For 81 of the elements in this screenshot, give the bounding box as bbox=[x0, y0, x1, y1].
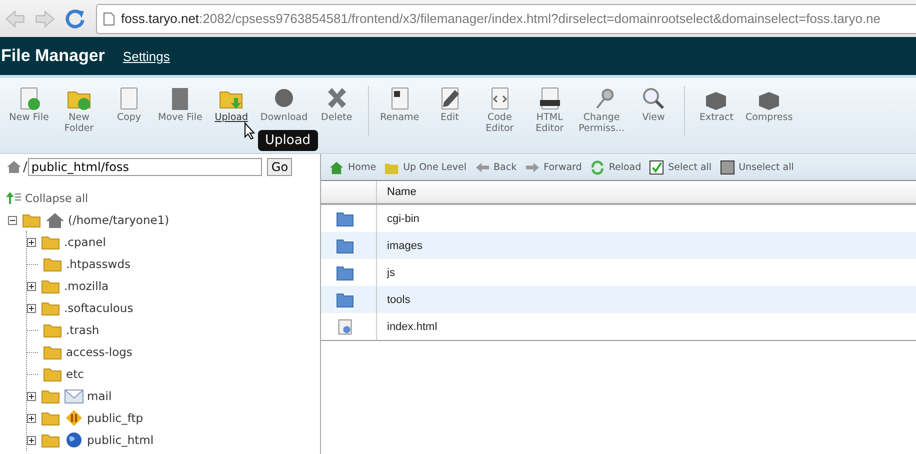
folder-icon bbox=[41, 278, 61, 294]
app-title: File Manager bbox=[0, 46, 105, 66]
address-bar[interactable]: foss.taryo.net:2082/cpsess9763854581/frontend/x3/filemanager/index.html?dirselect=domainrootselect&domainselect=foss.taryo.ne bbox=[96, 4, 916, 34]
collapse-toggle[interactable] bbox=[8, 216, 17, 224]
toolbar-button[interactable]: Compress bbox=[741, 86, 797, 123]
file-name[interactable]: cgi-bin bbox=[377, 205, 916, 232]
tree-item[interactable]: .softaculous bbox=[64, 301, 134, 315]
toolbar-button[interactable]: Delete bbox=[312, 86, 362, 123]
tree-item[interactable]: .trash bbox=[66, 323, 100, 337]
nav-button[interactable]: Reload bbox=[590, 160, 642, 174]
url-text: foss.taryo.net:2082/cpsess9763854581/frontend/x3/filemanager/index.html?dirselect=domainrootselect&domainselect=foss.taryo.ne bbox=[121, 11, 881, 26]
tooltip: Upload bbox=[258, 130, 318, 151]
checkbox-empty-icon bbox=[720, 160, 735, 174]
expand-toggle[interactable] bbox=[27, 414, 36, 422]
expand-toggle[interactable] bbox=[27, 392, 36, 400]
home-icon bbox=[6, 159, 22, 175]
nav-button[interactable]: Unselect all bbox=[720, 160, 794, 174]
folder-icon bbox=[336, 264, 354, 280]
mouse-cursor-icon bbox=[244, 122, 256, 140]
toolbar-button[interactable]: HTML Editor bbox=[524, 86, 575, 134]
toolbar-button[interactable]: New Folder bbox=[54, 86, 104, 134]
page-icon bbox=[103, 12, 115, 26]
file-name[interactable]: index.html bbox=[377, 313, 916, 340]
toolbar-button[interactable]: View bbox=[628, 86, 678, 123]
expand-toggle[interactable] bbox=[27, 282, 36, 290]
tree-item[interactable]: (/home/taryone1) bbox=[68, 213, 170, 227]
folder-icon bbox=[41, 432, 61, 448]
tree-item[interactable]: .htpasswds bbox=[66, 257, 130, 271]
settings-link[interactable]: Settings bbox=[122, 48, 170, 64]
toolbar-button[interactable]: Download bbox=[256, 86, 312, 123]
house-icon bbox=[329, 160, 344, 174]
go-button[interactable]: Go bbox=[267, 158, 292, 176]
tree-item[interactable]: .cpanel bbox=[64, 235, 106, 249]
folder-icon bbox=[43, 322, 63, 338]
toolbar-button[interactable]: Change Permiss... bbox=[574, 86, 628, 134]
collapse-all-button[interactable]: Collapse all bbox=[6, 190, 88, 206]
folder-icon bbox=[43, 366, 63, 382]
tree-item[interactable]: public_ftp bbox=[87, 411, 144, 425]
toolbar-button[interactable]: Rename bbox=[374, 86, 425, 123]
globe-icon bbox=[64, 432, 84, 448]
arrows-sign-icon bbox=[64, 410, 84, 426]
file-name[interactable]: js bbox=[377, 259, 916, 286]
house-icon bbox=[45, 212, 65, 228]
nav-button[interactable]: Forward bbox=[524, 160, 582, 174]
toolbar-button[interactable]: New File bbox=[4, 86, 54, 123]
toolbar-button[interactable]: Code Editor bbox=[474, 86, 525, 134]
tree-item[interactable]: .mozilla bbox=[64, 279, 109, 293]
nav-button[interactable]: Select all bbox=[649, 160, 712, 174]
collapse-icon bbox=[6, 190, 22, 206]
expand-toggle[interactable] bbox=[27, 436, 36, 444]
toolbar-button[interactable]: Move File bbox=[154, 86, 206, 123]
envelope-icon bbox=[64, 388, 84, 404]
folder-icon bbox=[336, 210, 354, 226]
folder-icon bbox=[43, 344, 63, 360]
nav-button[interactable]: Home bbox=[329, 160, 376, 174]
expand-toggle[interactable] bbox=[27, 304, 36, 312]
view-icon bbox=[640, 86, 666, 112]
web-page-icon bbox=[336, 318, 354, 334]
reload-icon bbox=[590, 160, 605, 174]
tree-item[interactable]: access-logs bbox=[66, 345, 132, 359]
folder-icon bbox=[41, 410, 61, 426]
path-field[interactable]: public_html/foss bbox=[28, 158, 262, 176]
expand-toggle[interactable] bbox=[27, 238, 36, 246]
path-separator: / bbox=[23, 160, 28, 174]
folder-icon bbox=[43, 256, 63, 272]
toolbar-button[interactable]: Upload bbox=[206, 86, 256, 123]
nav-button[interactable]: Up One Level bbox=[384, 160, 467, 174]
toolbar-button[interactable]: Copy bbox=[104, 86, 154, 123]
tree-item[interactable]: public_html bbox=[87, 433, 154, 447]
nav-button[interactable]: Back bbox=[474, 160, 517, 174]
tree-item[interactable]: mail bbox=[87, 389, 112, 403]
folder-icon bbox=[336, 238, 354, 254]
checkbox-checked-icon bbox=[649, 160, 664, 174]
toolbar-button[interactable]: Extract bbox=[691, 86, 742, 123]
toolbar-button[interactable]: Edit bbox=[424, 86, 475, 123]
open-folder-icon bbox=[22, 212, 42, 228]
folder-icon bbox=[336, 292, 354, 308]
folder-icon bbox=[41, 388, 61, 404]
tree-item[interactable]: etc bbox=[66, 367, 84, 381]
folder-icon bbox=[41, 300, 61, 316]
folder-icon bbox=[41, 234, 61, 250]
